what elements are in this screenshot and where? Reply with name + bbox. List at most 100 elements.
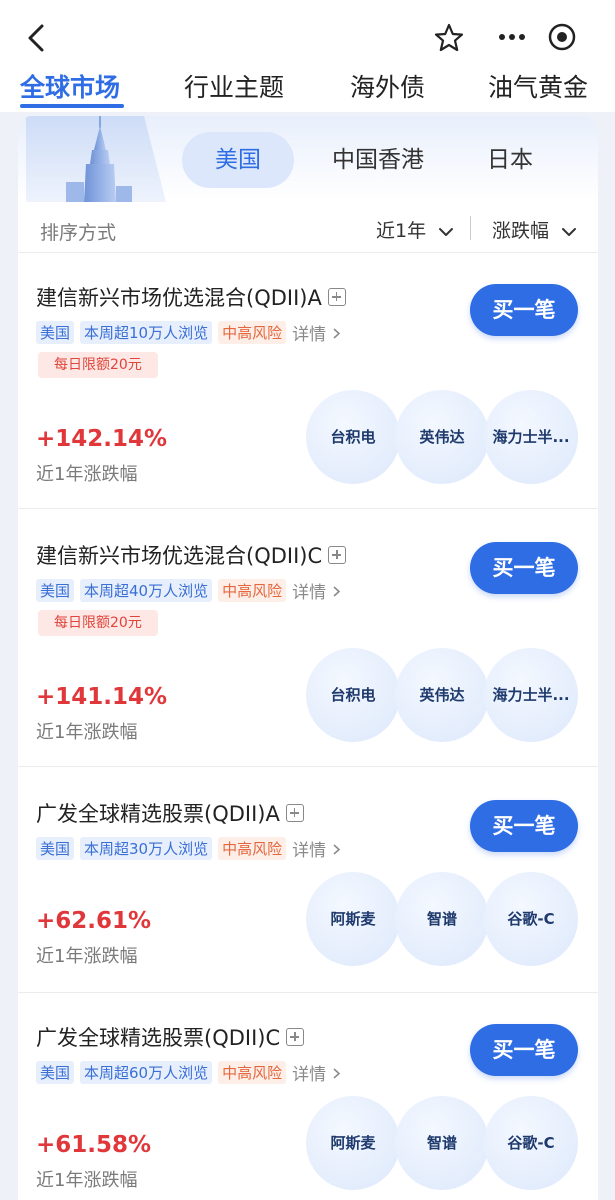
skyscraper-illustration bbox=[26, 116, 166, 202]
add-watchlist-icon[interactable] bbox=[328, 546, 347, 564]
add-watchlist-icon[interactable] bbox=[285, 804, 304, 822]
holding-bubble[interactable]: 阿斯麦 bbox=[306, 1096, 400, 1190]
top-bar bbox=[0, 0, 615, 70]
add-watchlist-icon[interactable] bbox=[286, 1028, 305, 1046]
sort-period-dropdown[interactable]: 近1年 bbox=[376, 216, 454, 243]
risk-tag: 中高风险 bbox=[218, 321, 287, 344]
detail-label: 详情 bbox=[292, 583, 327, 603]
views-tag: 本周超10万人浏览 bbox=[80, 321, 213, 344]
risk-tag: 中高风险 bbox=[218, 1061, 287, 1084]
tag-row: 美国 本周超10万人浏览 中高风险 详情 bbox=[36, 320, 341, 345]
sort-divider bbox=[470, 216, 471, 240]
tag-row: 美国 本周超60万人浏览 中高风险 详情 bbox=[36, 1060, 341, 1085]
divider bbox=[18, 992, 598, 993]
holding-bubble[interactable]: 谷歌-C bbox=[484, 1096, 578, 1190]
risk-tag: 中高风险 bbox=[218, 837, 287, 860]
tag-row: 美国 本周超40万人浏览 中高风险 详情 bbox=[36, 578, 341, 603]
return-value: +61.58% bbox=[36, 1132, 152, 1158]
return-value: +141.14% bbox=[36, 684, 168, 710]
chevron-down-icon bbox=[439, 227, 454, 236]
tab-industry-theme[interactable]: 行业主题 bbox=[184, 68, 284, 104]
holding-bubble[interactable]: 台积电 bbox=[306, 390, 400, 484]
divider bbox=[18, 252, 598, 253]
chevron-down-icon bbox=[562, 227, 577, 236]
detail-label: 详情 bbox=[292, 325, 327, 345]
add-watchlist-icon[interactable] bbox=[327, 288, 346, 306]
divider bbox=[18, 766, 598, 767]
buy-button[interactable]: 买一笔 bbox=[470, 284, 578, 336]
detail-label: 详情 bbox=[292, 841, 327, 861]
close-circle-icon[interactable] bbox=[546, 21, 578, 53]
fund-item[interactable]: 建信新兴市场优选混合(QDII)A 美国 本周超10万人浏览 中高风险 详情 每日限额… bbox=[18, 282, 598, 508]
buy-button[interactable]: 买一笔 bbox=[470, 1024, 578, 1076]
market-tag: 美国 bbox=[36, 321, 75, 344]
sort-period-label: 近1年 bbox=[376, 220, 427, 242]
detail-label: 详情 bbox=[292, 1065, 327, 1085]
star-icon[interactable] bbox=[433, 22, 465, 54]
holding-bubble[interactable]: 英伟达 bbox=[395, 648, 489, 742]
views-tag: 本周超30万人浏览 bbox=[80, 837, 213, 860]
holding-bubble[interactable]: 台积电 bbox=[306, 648, 400, 742]
chevron-right-icon bbox=[332, 844, 340, 855]
fund-name-text: 广发全球精选股票(QDII)A bbox=[36, 802, 280, 826]
sort-row: 排序方式 近1年 涨跌幅 bbox=[18, 212, 598, 252]
risk-tag: 中高风险 bbox=[218, 579, 287, 602]
buy-button[interactable]: 买一笔 bbox=[470, 542, 578, 594]
market-tag: 美国 bbox=[36, 1061, 75, 1084]
daily-limit-badge: 每日限额20元 bbox=[38, 352, 158, 378]
holding-bubble[interactable]: 智谱 bbox=[395, 1096, 489, 1190]
fund-list-card: 美国 中国香港 日本 排序方式 近1年 涨跌幅 建信新兴市场优选混合(QDII)… bbox=[18, 116, 598, 1200]
region-tab-hongkong[interactable]: 中国香港 bbox=[318, 132, 438, 188]
fund-name-text: 广发全球精选股票(QDII)C bbox=[36, 1026, 281, 1050]
detail-link[interactable]: 详情 bbox=[292, 325, 340, 345]
return-label: 近1年涨跌幅 bbox=[36, 946, 138, 967]
views-tag: 本周超60万人浏览 bbox=[80, 1061, 213, 1084]
fund-name[interactable]: 建信新兴市场优选混合(QDII)A bbox=[36, 282, 346, 312]
daily-limit-badge: 每日限额20元 bbox=[38, 610, 158, 636]
sort-label: 排序方式 bbox=[40, 222, 117, 244]
holding-bubble[interactable]: 海力士半... bbox=[484, 390, 578, 484]
chevron-right-icon bbox=[332, 328, 340, 339]
return-value: +62.61% bbox=[36, 908, 152, 934]
tab-overseas-bond[interactable]: 海外债 bbox=[350, 68, 425, 104]
region-tab-us[interactable]: 美国 bbox=[182, 132, 294, 188]
fund-name[interactable]: 广发全球精选股票(QDII)C bbox=[36, 1022, 305, 1052]
tab-oil-gold[interactable]: 油气黄金 bbox=[488, 68, 588, 104]
views-tag: 本周超40万人浏览 bbox=[80, 579, 213, 602]
fund-name-text: 建信新兴市场优选混合(QDII)C bbox=[36, 544, 323, 568]
sort-metric-dropdown[interactable]: 涨跌幅 bbox=[492, 216, 577, 243]
holding-bubble[interactable]: 英伟达 bbox=[395, 390, 489, 484]
buy-button[interactable]: 买一笔 bbox=[470, 800, 578, 852]
fund-item[interactable]: 广发全球精选股票(QDII)C 美国 本周超60万人浏览 中高风险 详情 买一笔 +6… bbox=[18, 1022, 598, 1200]
tab-global-market[interactable]: 全球市场 bbox=[20, 68, 120, 104]
holding-bubble[interactable]: 阿斯麦 bbox=[306, 872, 400, 966]
return-label: 近1年涨跌幅 bbox=[36, 1170, 138, 1191]
fund-item[interactable]: 建信新兴市场优选混合(QDII)C 美国 本周超40万人浏览 中高风险 详情 每日限额… bbox=[18, 540, 598, 766]
market-tag: 美国 bbox=[36, 579, 75, 602]
detail-link[interactable]: 详情 bbox=[292, 1065, 340, 1085]
back-icon[interactable] bbox=[22, 18, 52, 58]
tag-row: 美国 本周超30万人浏览 中高风险 详情 bbox=[36, 836, 341, 861]
detail-link[interactable]: 详情 bbox=[292, 583, 340, 603]
active-tab-indicator bbox=[20, 104, 124, 108]
chevron-right-icon bbox=[332, 586, 340, 597]
region-tab-japan[interactable]: 日本 bbox=[472, 132, 548, 188]
holding-bubble[interactable]: 谷歌-C bbox=[484, 872, 578, 966]
divider bbox=[18, 508, 598, 509]
fund-name-text: 建信新兴市场优选混合(QDII)A bbox=[36, 286, 322, 310]
return-label: 近1年涨跌幅 bbox=[36, 464, 138, 485]
holding-bubble[interactable]: 海力士半... bbox=[484, 648, 578, 742]
market-tag: 美国 bbox=[36, 837, 75, 860]
category-tabs: 全球市场 行业主题 海外债 油气黄金 bbox=[0, 62, 615, 112]
more-icon[interactable] bbox=[492, 22, 532, 52]
chevron-right-icon bbox=[332, 1068, 340, 1079]
return-value: +142.14% bbox=[36, 426, 168, 452]
return-label: 近1年涨跌幅 bbox=[36, 722, 138, 743]
fund-item[interactable]: 广发全球精选股票(QDII)A 美国 本周超30万人浏览 中高风险 详情 买一笔 +6… bbox=[18, 798, 598, 992]
holding-bubble[interactable]: 智谱 bbox=[395, 872, 489, 966]
detail-link[interactable]: 详情 bbox=[292, 841, 340, 861]
fund-name[interactable]: 建信新兴市场优选混合(QDII)C bbox=[36, 540, 347, 570]
sort-metric-label: 涨跌幅 bbox=[492, 220, 550, 242]
fund-name[interactable]: 广发全球精选股票(QDII)A bbox=[36, 798, 304, 828]
region-header: 美国 中国香港 日本 bbox=[18, 116, 598, 202]
